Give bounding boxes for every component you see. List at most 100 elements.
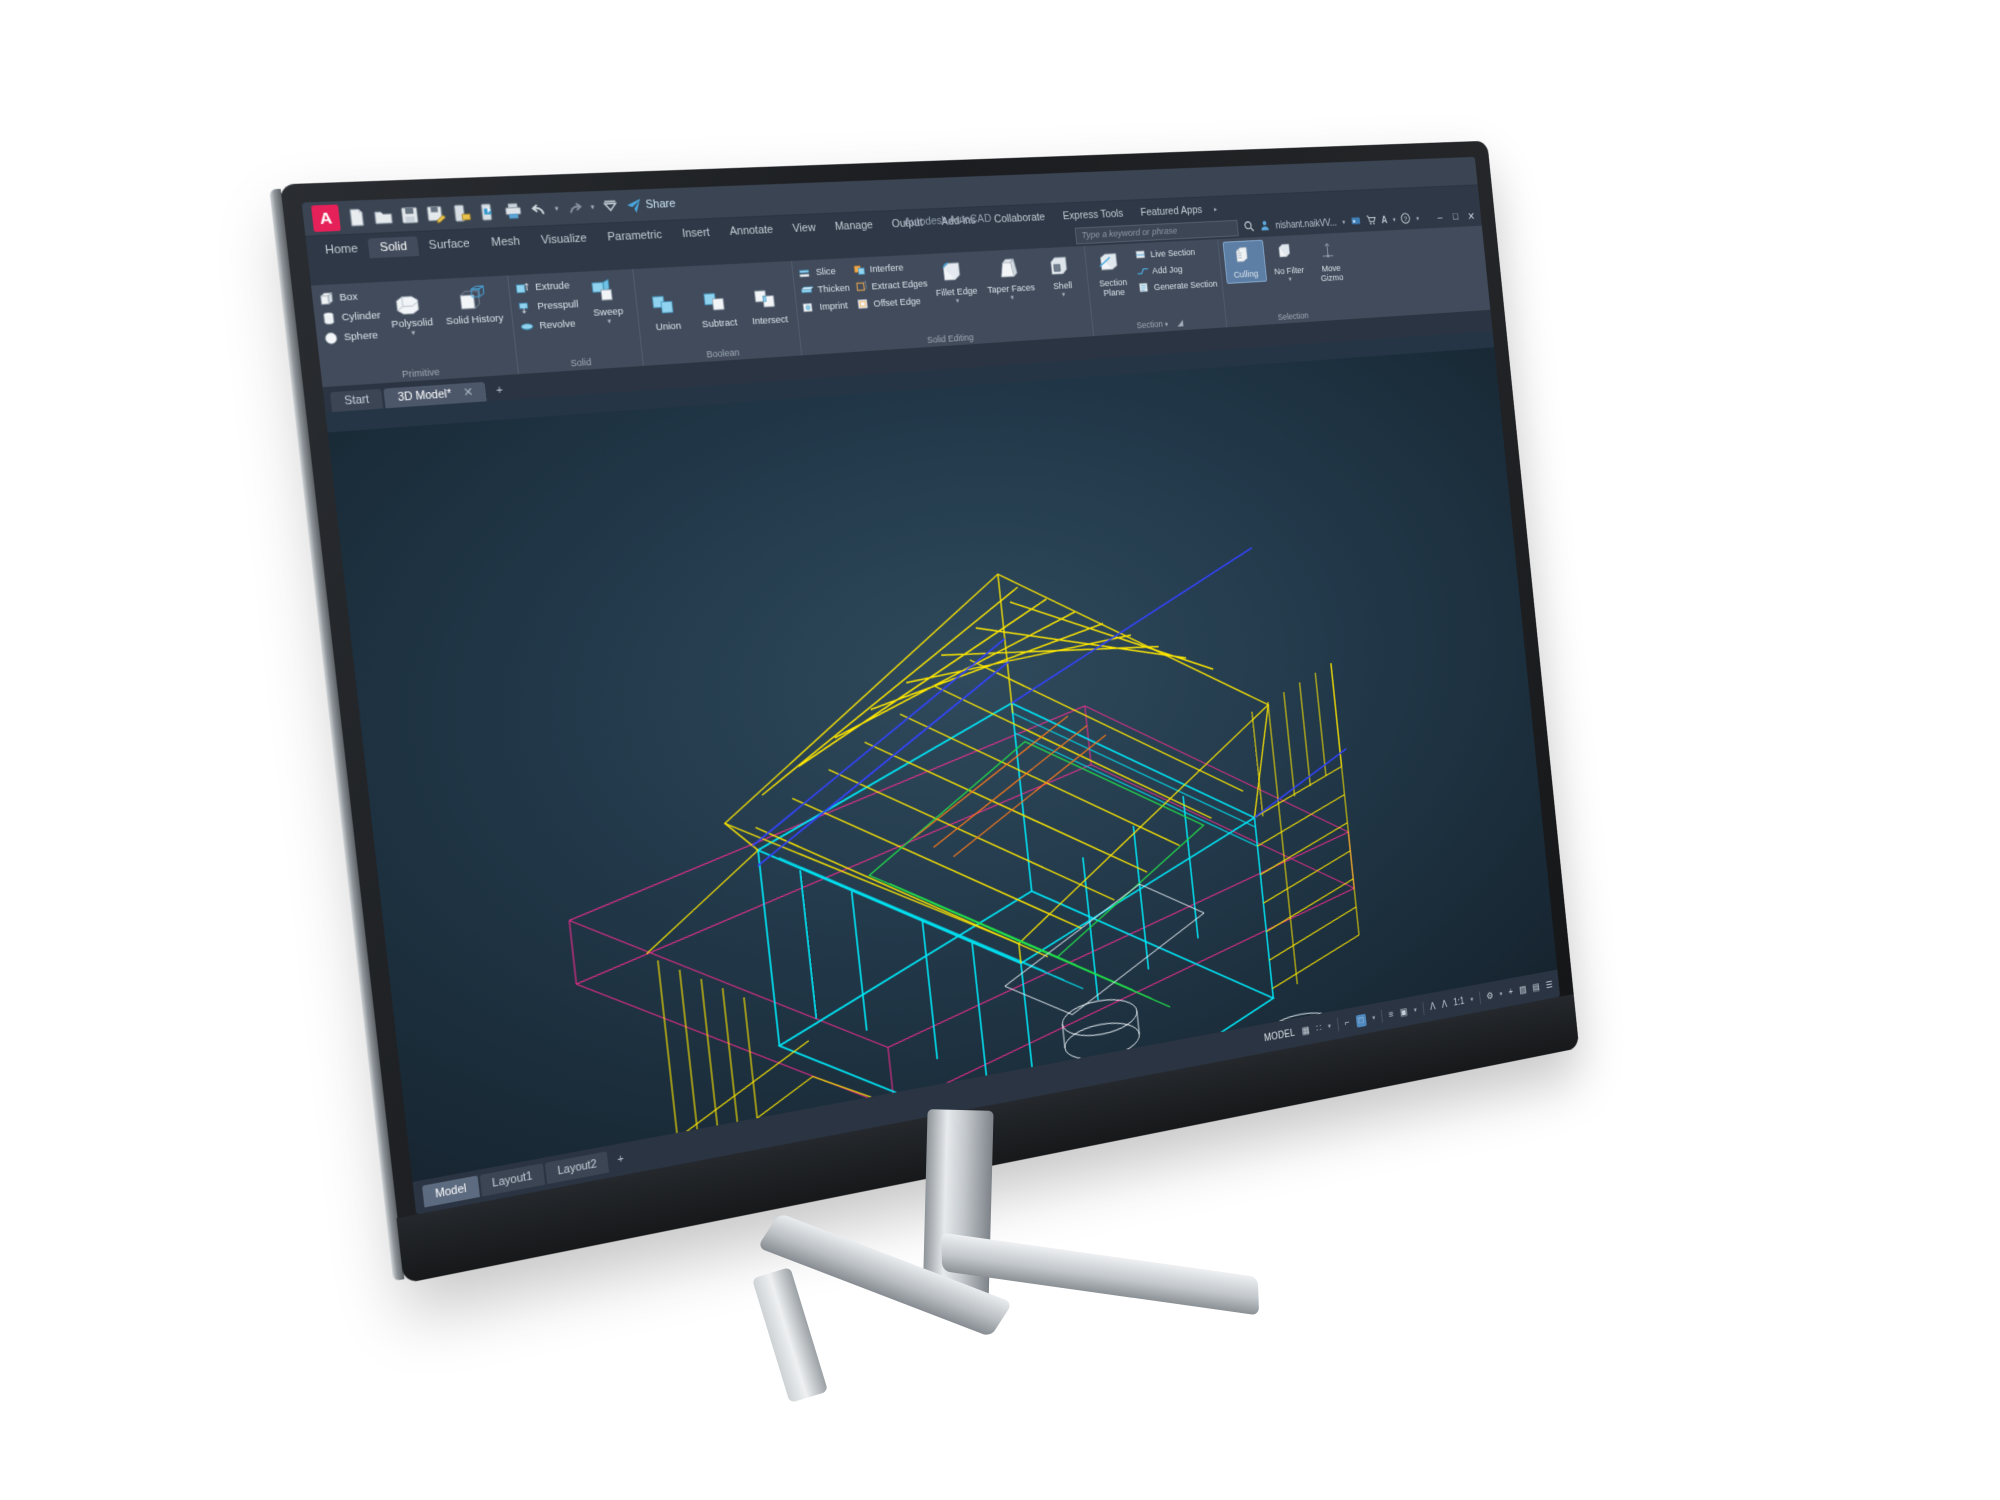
no-filter-button[interactable]: No Filter ▾ bbox=[1267, 238, 1310, 287]
help-icon[interactable]: ? bbox=[1400, 212, 1411, 226]
open-file-icon[interactable] bbox=[373, 206, 394, 225]
search-icon[interactable] bbox=[1243, 220, 1255, 235]
section-panel-dropdown-caret[interactable]: ▾ bbox=[1165, 321, 1169, 328]
autocad-logo-icon[interactable]: A bbox=[311, 204, 341, 232]
customize-qat-icon[interactable] bbox=[601, 197, 620, 216]
transparency-dropdown-caret[interactable]: ▾ bbox=[1414, 1007, 1417, 1014]
shell-dropdown-caret[interactable]: ▾ bbox=[1062, 291, 1066, 298]
add-jog-button[interactable]: Add Jog bbox=[1136, 261, 1216, 279]
maximize-button[interactable]: □ bbox=[1450, 211, 1461, 223]
model-space-indicator[interactable]: MODEL bbox=[1264, 1027, 1296, 1043]
autodesk-cloud-icon[interactable] bbox=[1350, 214, 1361, 229]
offset-edge-button[interactable]: Offset Edge bbox=[856, 293, 930, 311]
redo-icon[interactable] bbox=[565, 199, 585, 218]
new-layout-button[interactable]: + bbox=[609, 1147, 632, 1172]
ribbon-tab-insert[interactable]: Insert bbox=[671, 223, 721, 244]
ribbon-tab-addins[interactable]: Add-ins bbox=[931, 211, 986, 231]
revolve-button[interactable]: Revolve bbox=[518, 316, 581, 336]
cart-icon[interactable] bbox=[1365, 214, 1376, 228]
ribbon-tab-mesh[interactable]: Mesh bbox=[480, 231, 532, 253]
account-dropdown-caret[interactable]: ▾ bbox=[1342, 219, 1346, 226]
polysolid-button[interactable]: Polysolid ▾ bbox=[383, 283, 440, 341]
ribbon-tab-parametric[interactable]: Parametric bbox=[596, 225, 673, 247]
close-button[interactable]: ✕ bbox=[1465, 210, 1476, 222]
clean-screen-icon[interactable]: ▤ bbox=[1532, 982, 1540, 993]
auto-scale-toggle[interactable]: Λ bbox=[1441, 999, 1447, 1010]
object-snap-toggle[interactable]: □ bbox=[1355, 1013, 1366, 1027]
subtract-button[interactable]: Subtract bbox=[693, 284, 744, 332]
snap-mode-toggle[interactable]: ∷ bbox=[1316, 1023, 1322, 1034]
file-tab-start[interactable]: Start bbox=[330, 389, 384, 412]
annotation-scale-caret[interactable]: ▾ bbox=[1470, 996, 1473, 1003]
user-account-icon[interactable] bbox=[1259, 219, 1270, 234]
help-dropdown-caret[interactable]: ▾ bbox=[1416, 215, 1419, 222]
save-as-icon[interactable] bbox=[426, 204, 447, 223]
ribbon-tab-home[interactable]: Home bbox=[313, 239, 370, 261]
transparency-toggle[interactable]: ▣ bbox=[1399, 1006, 1408, 1018]
ribbon-tab-view[interactable]: View bbox=[782, 218, 826, 238]
extract-edges-button[interactable]: Extract Edges bbox=[854, 276, 928, 294]
fillet-edge-button[interactable]: Fillet Edge ▾ bbox=[929, 255, 981, 309]
minimize-button[interactable]: – bbox=[1434, 212, 1445, 224]
generate-section-button[interactable]: Generate Section bbox=[1138, 277, 1218, 295]
ribbon-tab-output[interactable]: Output bbox=[881, 213, 933, 233]
notification-icon[interactable]: A bbox=[1381, 215, 1388, 226]
open-from-web-icon[interactable] bbox=[477, 202, 497, 221]
account-username[interactable]: nishant.naikVV... bbox=[1275, 218, 1337, 231]
section-dialog-launcher-icon[interactable]: ◢ bbox=[1177, 318, 1184, 328]
ribbon-tab-collaborate[interactable]: Collaborate bbox=[984, 208, 1055, 229]
polysolid-dropdown-caret[interactable]: ▾ bbox=[411, 330, 416, 338]
presspull-button[interactable]: Presspull bbox=[516, 297, 579, 316]
isolate-objects-icon[interactable]: ▨ bbox=[1519, 984, 1527, 995]
taper-faces-dropdown-caret[interactable]: ▾ bbox=[1010, 294, 1014, 301]
fillet-edge-dropdown-caret[interactable]: ▾ bbox=[956, 298, 960, 305]
live-section-button[interactable]: Live Section bbox=[1134, 244, 1214, 262]
undo-icon[interactable] bbox=[529, 200, 549, 219]
customization-menu-icon[interactable]: ☰ bbox=[1545, 979, 1553, 990]
ribbon-tab-overflow-caret[interactable]: ▸ bbox=[1214, 206, 1218, 213]
hardware-acceleration-icon[interactable]: + bbox=[1508, 987, 1514, 998]
sweep-button[interactable]: Sweep ▾ bbox=[580, 273, 633, 330]
save-icon[interactable] bbox=[399, 205, 420, 224]
ribbon-tab-express-tools[interactable]: Express Tools bbox=[1053, 204, 1133, 225]
imprint-button[interactable]: Imprint bbox=[801, 298, 852, 315]
annotation-scale-visibility-toggle[interactable]: Λ bbox=[1430, 1001, 1436, 1012]
solid-history-button[interactable]: Solid History bbox=[438, 279, 507, 330]
shell-button[interactable]: Shell ▾ bbox=[1038, 249, 1084, 301]
osnap-dropdown-caret[interactable]: ▾ bbox=[1372, 1014, 1376, 1021]
intersect-button[interactable]: Intersect bbox=[743, 281, 793, 329]
sphere-button[interactable]: Sphere bbox=[322, 327, 384, 347]
ortho-mode-toggle[interactable]: ⌐ bbox=[1344, 1017, 1350, 1028]
notification-dropdown-caret[interactable]: ▾ bbox=[1392, 217, 1395, 224]
close-icon[interactable]: ✕ bbox=[462, 386, 473, 400]
slice-button[interactable]: Slice bbox=[798, 263, 849, 280]
taper-faces-button[interactable]: Taper Faces ▾ bbox=[981, 252, 1039, 306]
layout-tab-model[interactable]: Model bbox=[422, 1176, 480, 1208]
thicken-button[interactable]: Thicken bbox=[800, 281, 851, 298]
new-file-icon[interactable] bbox=[346, 207, 367, 226]
sweep-dropdown-caret[interactable]: ▾ bbox=[607, 318, 611, 326]
ribbon-tab-visualize[interactable]: Visualize bbox=[529, 228, 598, 250]
extrude-button[interactable]: Extrude bbox=[514, 277, 577, 296]
file-tab-3d-model[interactable]: 3D Model* ✕ bbox=[384, 382, 487, 408]
union-button[interactable]: Union bbox=[641, 287, 693, 336]
workspace-switching-icon[interactable]: ⚙ bbox=[1486, 990, 1494, 1001]
new-file-tab-button[interactable]: + bbox=[487, 380, 513, 401]
box-button[interactable]: Box bbox=[317, 288, 379, 308]
save-to-web-icon[interactable] bbox=[452, 203, 472, 222]
share-button[interactable]: Share bbox=[625, 196, 676, 214]
undo-dropdown-caret[interactable]: ▾ bbox=[554, 205, 559, 213]
ribbon-tab-annotate[interactable]: Annotate bbox=[719, 220, 784, 242]
snap-dropdown-caret[interactable]: ▾ bbox=[1328, 1023, 1332, 1030]
culling-button[interactable]: Culling bbox=[1222, 240, 1267, 284]
cylinder-button[interactable]: Cylinder bbox=[320, 307, 382, 327]
plot-icon[interactable] bbox=[503, 201, 523, 220]
section-plane-button[interactable]: Section Plane bbox=[1089, 247, 1135, 302]
no-filter-dropdown-caret[interactable]: ▾ bbox=[1288, 276, 1292, 283]
ribbon-tab-manage[interactable]: Manage bbox=[824, 216, 883, 237]
ribbon-tab-solid[interactable]: Solid bbox=[368, 236, 419, 258]
grid-display-toggle[interactable]: ▦ bbox=[1301, 1025, 1310, 1037]
move-gizmo-button[interactable]: Move Gizmo bbox=[1309, 235, 1352, 286]
redo-dropdown-caret[interactable]: ▾ bbox=[590, 203, 594, 211]
workspace-caret[interactable]: ▾ bbox=[1499, 990, 1502, 997]
